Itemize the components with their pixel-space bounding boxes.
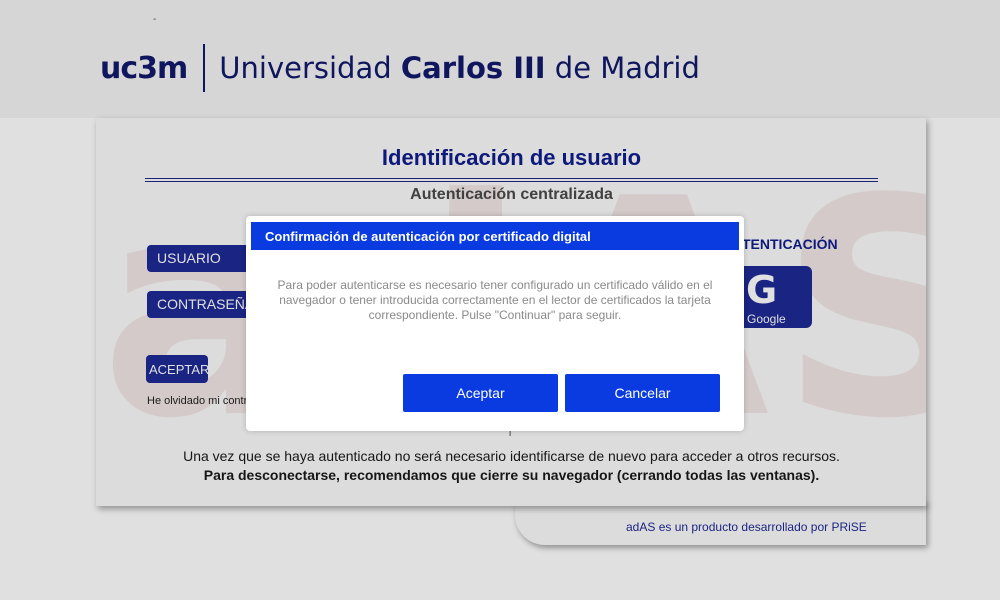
dialog-accept-button[interactable]: Aceptar xyxy=(403,374,558,412)
dialog-title: Confirmación de autenticación por certif… xyxy=(251,222,739,250)
certificate-confirm-dialog: Confirmación de autenticación por certif… xyxy=(246,216,744,431)
dialog-message: Para poder autenticarse es necesario ten… xyxy=(277,278,713,322)
dialog-cancel-button[interactable]: Cancelar xyxy=(565,374,720,412)
